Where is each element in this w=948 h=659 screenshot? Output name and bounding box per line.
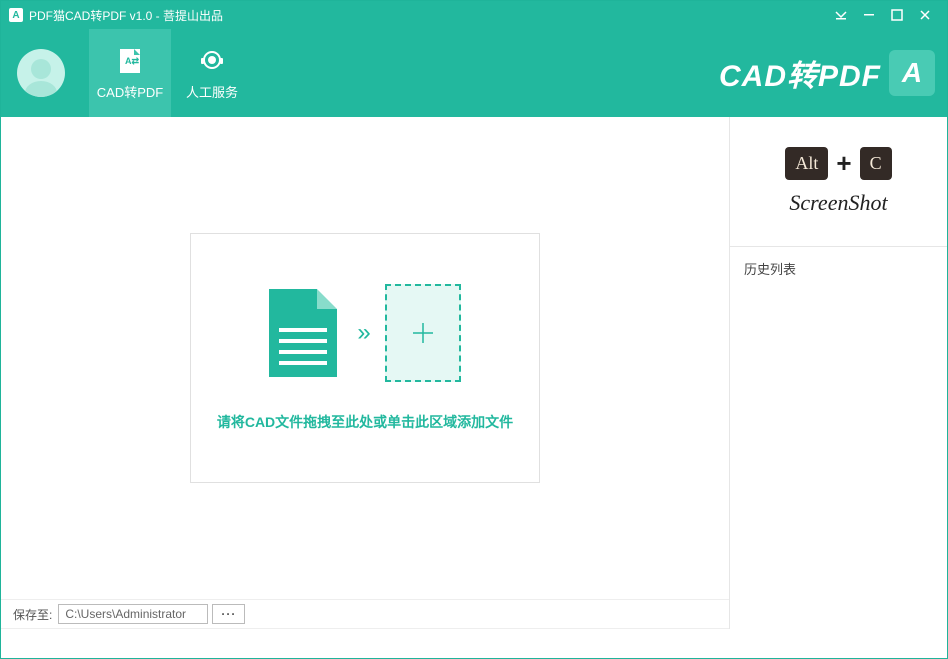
support-headset-icon	[197, 46, 227, 76]
shortcut-keys: Alt + C	[785, 147, 891, 180]
app-logo-icon: A	[9, 8, 23, 22]
browse-button[interactable]: ···	[212, 604, 245, 624]
document-convert-icon: A⇄	[115, 46, 145, 76]
tab-manual-service[interactable]: 人工服务	[171, 29, 253, 117]
save-to-label: 保存至:	[13, 606, 52, 623]
main-panel: » 请将CAD文件拖拽至此处或单击此区域添加文件 保存至: C:\Users\A…	[1, 117, 729, 629]
brand: CAD转PDF A	[719, 50, 935, 96]
promo-label: ScreenShot	[789, 190, 887, 216]
footer-bar: 保存至: C:\Users\Administrator ···	[1, 599, 729, 629]
window-title: PDF猫CAD转PDF v1.0 - 菩提山出品	[29, 7, 223, 24]
plus-icon: +	[836, 148, 851, 179]
drop-instruction: 请将CAD文件拖拽至此处或单击此区域添加文件	[217, 412, 513, 432]
user-avatar[interactable]	[17, 49, 65, 97]
arrow-right-icon: »	[357, 319, 364, 347]
key-alt: Alt	[785, 147, 828, 180]
key-c: C	[860, 147, 892, 180]
save-path-input[interactable]: C:\Users\Administrator	[58, 604, 208, 624]
brand-text: CAD转PDF	[719, 51, 881, 95]
cad-file-icon	[269, 289, 337, 377]
tab-cad-to-pdf[interactable]: A⇄ CAD转PDF	[89, 29, 171, 117]
screenshot-promo[interactable]: Alt + C ScreenShot	[730, 117, 947, 247]
history-section-title: 历史列表	[730, 247, 947, 290]
brand-badge-icon: A	[889, 50, 935, 96]
dropdown-button[interactable]	[827, 1, 855, 29]
close-button[interactable]	[911, 1, 939, 29]
add-file-placeholder-icon	[385, 284, 461, 382]
file-drop-zone[interactable]: » 请将CAD文件拖拽至此处或单击此区域添加文件	[190, 233, 540, 483]
minimize-button[interactable]	[855, 1, 883, 29]
sidebar: Alt + C ScreenShot 历史列表	[729, 117, 947, 629]
tab-label: 人工服务	[186, 82, 238, 101]
maximize-button[interactable]	[883, 1, 911, 29]
titlebar: A PDF猫CAD转PDF v1.0 - 菩提山出品	[1, 1, 947, 29]
drop-illustration: »	[269, 284, 460, 382]
tab-label: CAD转PDF	[97, 82, 163, 101]
svg-text:A⇄: A⇄	[125, 56, 139, 66]
header: A⇄ CAD转PDF 人工服务 CAD转PDF A	[1, 29, 947, 117]
